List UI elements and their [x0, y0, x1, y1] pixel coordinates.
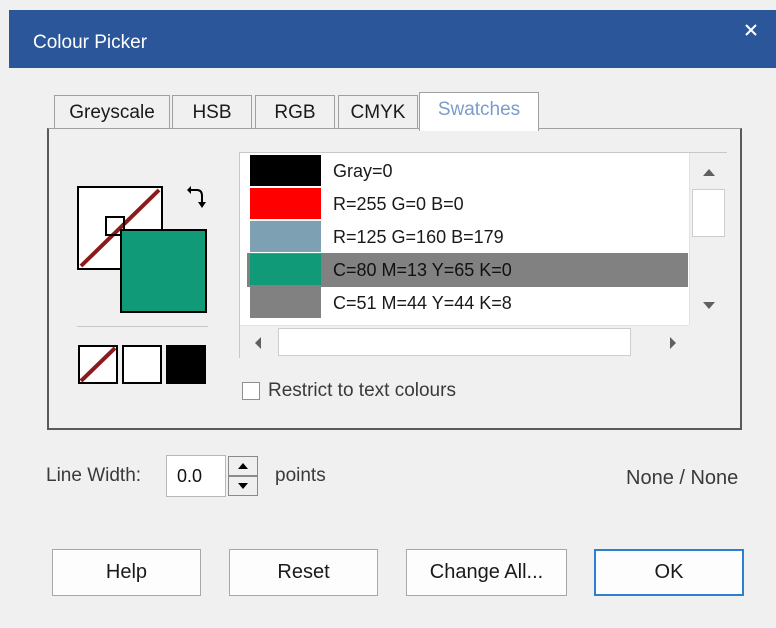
swatch-list[interactable]: Gray=0 R=255 G=0 B=0 R=125 G=160 B=179 C=80… [239, 152, 727, 358]
preset-none[interactable] [78, 345, 118, 384]
swatch-label: C=51 M=44 Y=44 K=8 [333, 293, 512, 313]
tab-greyscale[interactable]: Greyscale [54, 95, 170, 129]
line-width-unit: points [275, 465, 326, 486]
scroll-left-icon[interactable] [253, 336, 263, 350]
vertical-scrollbar[interactable] [689, 153, 727, 325]
tab-hsb[interactable]: HSB [172, 95, 252, 129]
none-slash-icon [80, 347, 116, 382]
help-button[interactable]: Help [52, 549, 201, 596]
swatch-chip [250, 188, 321, 219]
restrict-label: Restrict to text colours [268, 380, 456, 401]
tab-label: RGB [274, 102, 316, 123]
fill-swatch[interactable] [120, 229, 207, 313]
scrollbar-thumb[interactable] [278, 328, 631, 356]
scrollbar-thumb[interactable] [692, 189, 725, 237]
swap-arrows-icon[interactable] [185, 186, 207, 210]
ok-button[interactable]: OK [594, 549, 744, 596]
swatch-row[interactable]: R=255 G=0 B=0 [247, 187, 688, 221]
tab-rgb[interactable]: RGB [255, 95, 335, 129]
scroll-down-icon[interactable] [702, 301, 716, 311]
tab-label: Greyscale [69, 102, 155, 123]
swatch-label: R=125 G=160 B=179 [333, 227, 504, 247]
swatch-row[interactable]: C=80 M=13 Y=65 K=0 [247, 253, 688, 287]
restrict-checkbox[interactable] [242, 382, 260, 400]
line-width-input[interactable]: 0.0 [166, 455, 226, 497]
close-icon[interactable] [741, 20, 761, 40]
scroll-right-icon[interactable] [668, 336, 678, 350]
swatch-chip [250, 221, 321, 252]
preset-white[interactable] [122, 345, 162, 384]
reset-button[interactable]: Reset [229, 549, 378, 596]
stroke-fill-status: None / None [626, 467, 739, 489]
spin-down-icon [238, 483, 248, 489]
swatch-chip [250, 155, 321, 186]
change-all-button[interactable]: Change All... [406, 549, 567, 596]
preset-black[interactable] [166, 345, 206, 384]
title-bar: Colour Picker [9, 10, 776, 68]
swatch-label: R=255 G=0 B=0 [333, 194, 464, 214]
line-width-label: Line Width: [46, 465, 142, 486]
scroll-corner [689, 325, 727, 358]
spin-up-button[interactable] [228, 456, 258, 476]
divider [77, 326, 208, 327]
swatch-chip [250, 254, 321, 285]
swatch-chip [250, 287, 321, 318]
horizontal-scrollbar[interactable] [240, 325, 689, 358]
swatch-row[interactable]: R=125 G=160 B=179 [247, 220, 688, 254]
tab-label: HSB [192, 102, 232, 123]
swatch-label: Gray=0 [333, 161, 393, 181]
swatch-row[interactable]: C=51 M=44 Y=44 K=8 [247, 286, 688, 320]
window-title: Colour Picker [33, 32, 148, 53]
scroll-up-icon[interactable] [702, 167, 716, 177]
tab-cmyk[interactable]: CMYK [338, 95, 418, 129]
swatch-row[interactable]: Gray=0 [247, 154, 688, 188]
spin-down-button[interactable] [228, 476, 258, 496]
tab-swatches[interactable]: Swatches [419, 92, 539, 131]
tab-label: CMYK [350, 102, 406, 123]
spin-up-icon [238, 463, 248, 469]
tab-label: Swatches [437, 99, 521, 120]
swatch-label: C=80 M=13 Y=65 K=0 [333, 260, 512, 280]
